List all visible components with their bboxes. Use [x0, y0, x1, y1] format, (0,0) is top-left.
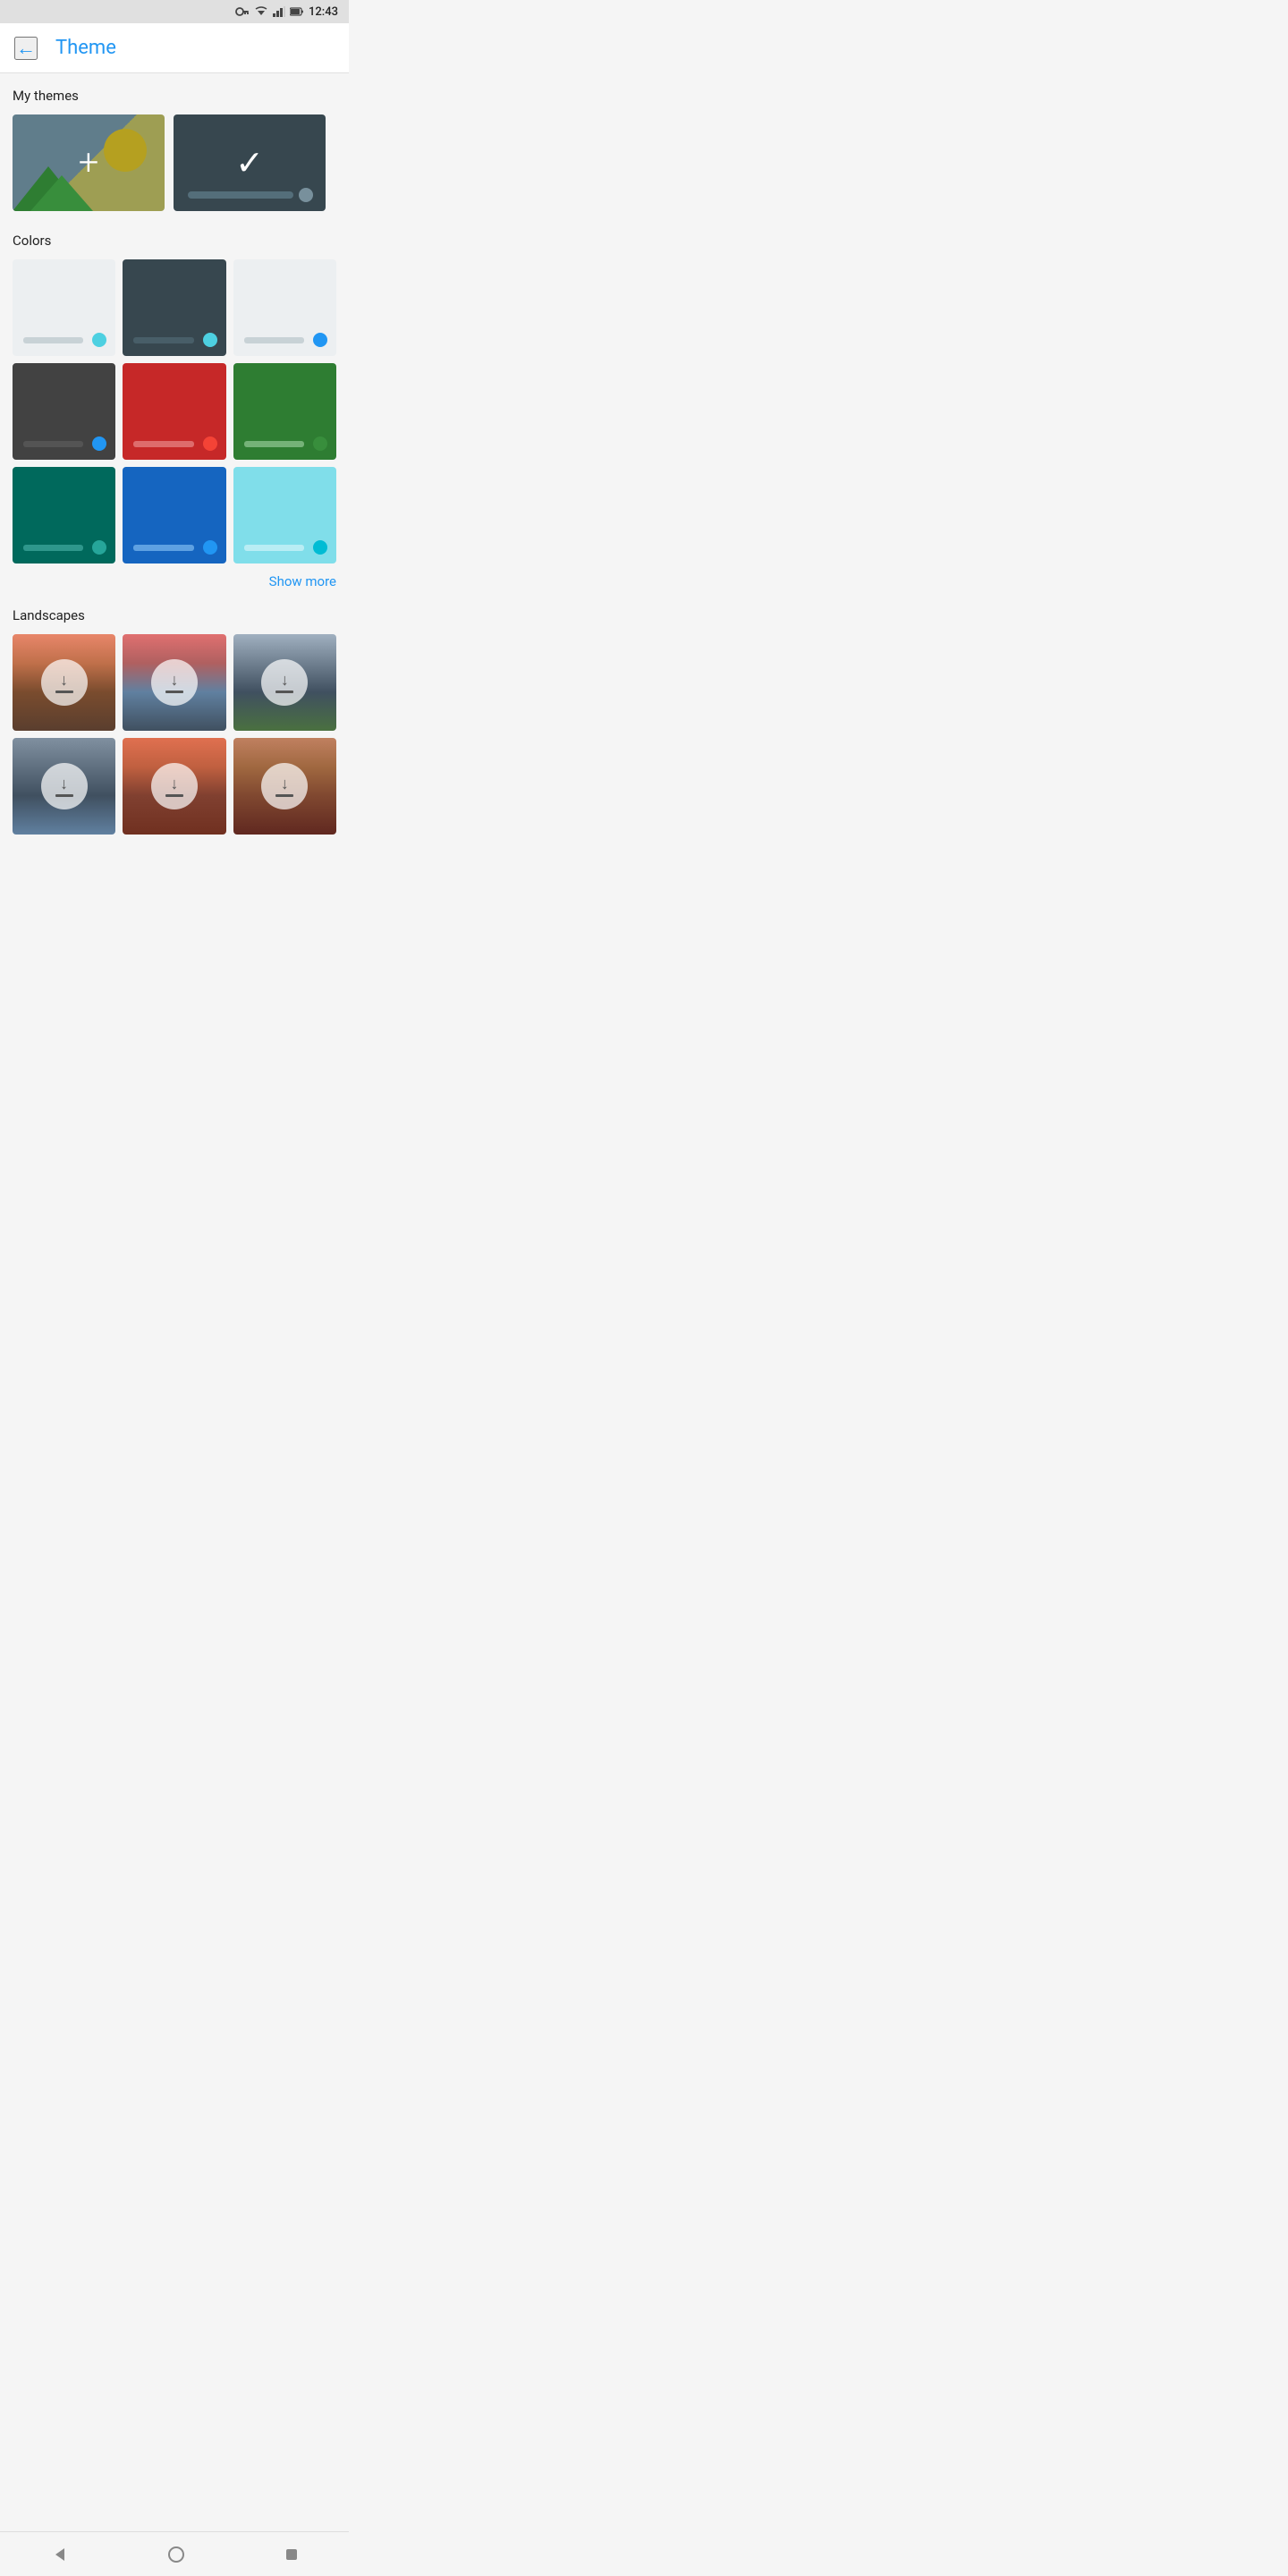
- color-card-green[interactable]: [233, 363, 336, 460]
- app-header: ← Theme: [0, 23, 349, 73]
- my-themes-grid: + ✓: [13, 114, 336, 211]
- color-card-teal[interactable]: [13, 467, 115, 564]
- download-overlay-6: ↓: [261, 763, 308, 809]
- nav-back-button[interactable]: [43, 2538, 75, 2571]
- download-bar-6: [275, 794, 293, 797]
- wifi-icon: [254, 6, 268, 17]
- page-title: Theme: [55, 37, 116, 59]
- plus-icon: +: [79, 145, 99, 181]
- nav-home-button[interactable]: [160, 2538, 192, 2571]
- landscape-bg-4: ↓: [13, 738, 115, 835]
- download-arrow-icon-6: ↓: [281, 776, 289, 792]
- landscape-card-2[interactable]: ↓: [123, 634, 225, 731]
- add-theme-card[interactable]: +: [13, 114, 165, 211]
- battery-icon: [290, 7, 304, 16]
- nav-home-icon: [167, 2546, 185, 2563]
- status-bar: 12:43: [0, 0, 349, 23]
- nav-recents-button[interactable]: [277, 2540, 306, 2569]
- color-card-light-teal[interactable]: [13, 259, 115, 356]
- download-arrow-icon-1: ↓: [60, 673, 68, 689]
- download-bar-4: [55, 794, 73, 797]
- nav-recents-icon: [284, 2547, 299, 2562]
- color-card-dark-teal[interactable]: [123, 259, 225, 356]
- show-more-container: Show more: [13, 572, 336, 589]
- colors-title: Colors: [13, 233, 336, 249]
- landscape-bg-3: ↓: [233, 634, 336, 731]
- download-overlay-4: ↓: [41, 763, 88, 809]
- color-card-blue[interactable]: [123, 467, 225, 564]
- landscape-card-5[interactable]: ↓: [123, 738, 225, 835]
- landscape-card-6[interactable]: ↓: [233, 738, 336, 835]
- landscape-card-3[interactable]: ↓: [233, 634, 336, 731]
- download-overlay-3: ↓: [261, 659, 308, 706]
- key-icon: [235, 6, 250, 17]
- download-bar-3: [275, 691, 293, 693]
- color-card-red[interactable]: [123, 363, 225, 460]
- landscape-card-4[interactable]: ↓: [13, 738, 115, 835]
- content-area: My themes + ✓ Colors: [0, 73, 349, 910]
- landscape-bg-6: ↓: [233, 738, 336, 835]
- current-theme-card[interactable]: ✓: [174, 114, 326, 211]
- theme-bar: [188, 191, 293, 199]
- theme-dot: [299, 188, 313, 202]
- landscapes-title: Landscapes: [13, 607, 336, 623]
- landscape-card-1[interactable]: ↓: [13, 634, 115, 731]
- signal-icon: [273, 6, 285, 17]
- landscapes-grid: ↓ ↓ ↓ ↓: [13, 634, 336, 835]
- status-icons: 12:43: [235, 5, 338, 19]
- color-card-dark-gray[interactable]: [13, 363, 115, 460]
- download-overlay-1: ↓: [41, 659, 88, 706]
- nav-back-icon: [50, 2546, 68, 2563]
- download-arrow-icon-3: ↓: [281, 673, 289, 689]
- color-card-light-blue[interactable]: [233, 259, 336, 356]
- download-arrow-icon-4: ↓: [60, 776, 68, 792]
- download-arrow-icon-5: ↓: [170, 776, 178, 792]
- download-overlay-2: ↓: [151, 659, 198, 706]
- show-more-button[interactable]: Show more: [269, 573, 336, 589]
- color-card-cyan[interactable]: [233, 467, 336, 564]
- download-arrow-icon-2: ↓: [170, 673, 178, 689]
- download-bar-5: [165, 794, 183, 797]
- landscape-bg-2: ↓: [123, 634, 225, 731]
- colors-grid: [13, 259, 336, 564]
- navigation-bar: [0, 2531, 349, 2576]
- sun-decoration: [104, 129, 147, 172]
- landscape-bg-5: ↓: [123, 738, 225, 835]
- status-time: 12:43: [309, 5, 338, 19]
- download-bar-1: [55, 691, 73, 693]
- my-themes-title: My themes: [13, 88, 336, 104]
- download-bar-2: [165, 691, 183, 693]
- landscape-bg-1: ↓: [13, 634, 115, 731]
- back-button[interactable]: ←: [14, 37, 38, 60]
- checkmark-icon: ✓: [235, 143, 264, 183]
- download-overlay-5: ↓: [151, 763, 198, 809]
